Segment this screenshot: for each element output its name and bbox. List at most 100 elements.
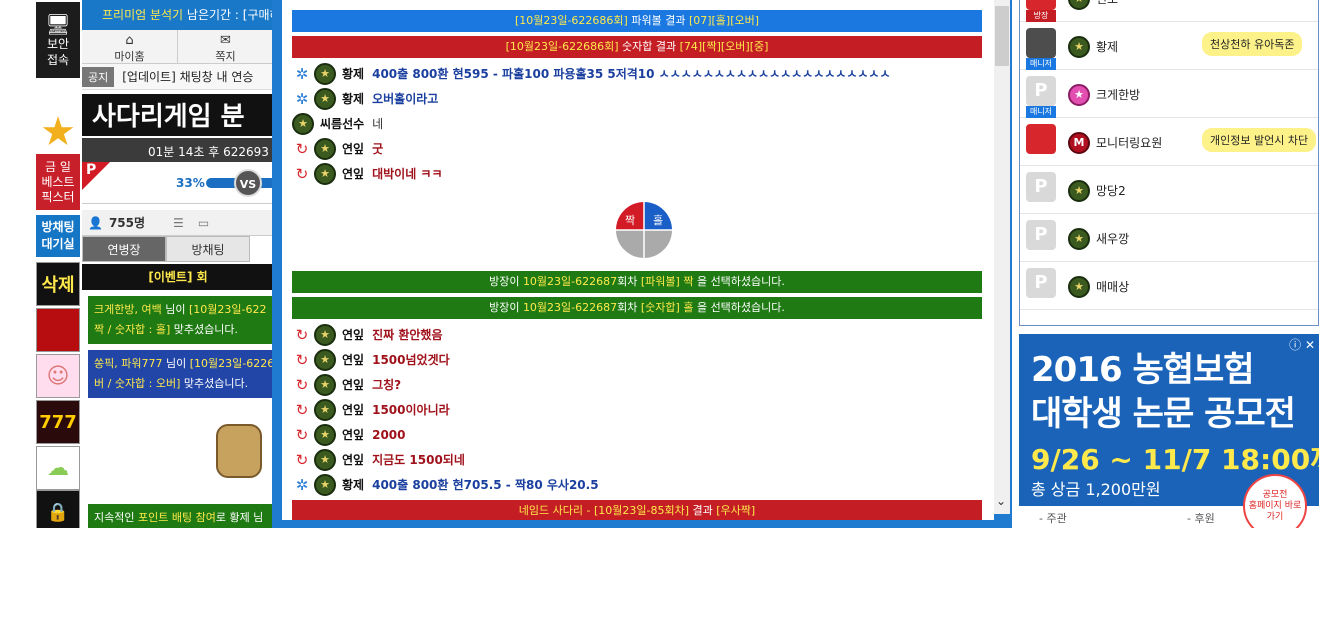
pick-ratio-pie: 짝 홀 — [616, 202, 672, 258]
point-notice-a: 지속적인 — [94, 511, 138, 524]
pie-label-odd: 홀 — [653, 214, 663, 227]
promo-tile-poop[interactable]: ☁ — [36, 446, 80, 490]
chat-text: 네 — [372, 117, 384, 131]
top-nav: ⌂ 마이홈 ✉ 쪽지 — [82, 30, 274, 64]
chat-text: 400출 800환 현705.5 - 짝80 우사20.5 — [372, 478, 599, 492]
chat-nickname[interactable]: 황제 — [342, 65, 364, 82]
chat-nickname[interactable]: 연잎 — [342, 326, 364, 343]
pick-e: 을 선택하셨습니다. — [693, 301, 785, 314]
system-result-powerball: [10월23일-622686회] 파워볼 결과 [07][홀][오버] — [292, 10, 982, 32]
ad-banner[interactable]: ⓘ ✕ 2016 농협보험 대학생 논문 공모전 9/26 ~ 11/7 18:… — [1019, 334, 1319, 528]
promo-tile-character[interactable]: ☺ — [36, 354, 80, 398]
user-count: 755명 — [108, 216, 146, 230]
tab-room-chat[interactable]: 방채팅 — [166, 236, 250, 262]
blue-flower-icon: ✲ — [295, 475, 309, 494]
point-notice: 지속적인 포인트 배팅 참여로 황제 님 — [88, 504, 274, 528]
user-name: 천도 — [1096, 0, 1118, 7]
chat-nickname[interactable]: 황제 — [342, 90, 364, 107]
system-result-sum: [10월23일-622686회] 숫자합 결과 [74][짝][오버][중] — [292, 36, 982, 58]
premium-banner[interactable]: 프리미엄 분석기 남은기간 : [구매하 — [82, 0, 274, 30]
promo-tile-lock[interactable]: 🔒 — [36, 490, 80, 528]
promo-tile-delete[interactable]: 삭제 — [36, 262, 80, 306]
red-swirl-icon: ↻ — [295, 164, 309, 183]
ad-homepage-button[interactable]: 공모전 홈페이지 바로가기 — [1243, 474, 1307, 528]
user-name: 망당2 — [1096, 184, 1126, 198]
chat-nickname[interactable]: 연잎 — [342, 426, 364, 443]
ad-line3: 9/26 ~ 11/7 18:00까지 — [1031, 443, 1319, 476]
ad-line4: 총 상금 1,200만원 — [1031, 480, 1161, 499]
notice-bar[interactable]: 공지 [업데이트] 채팅창 내 연승 — [82, 64, 274, 90]
ad-close-icon[interactable]: ⓘ ✕ — [1289, 336, 1315, 353]
chat-nickname[interactable]: 연잎 — [342, 401, 364, 418]
winner-names: 크게한방, 여백 — [94, 303, 162, 316]
list-icon[interactable]: ☰ — [173, 216, 184, 230]
user-list-item[interactable]: P ★ 망당2 — [1020, 166, 1318, 214]
winner-suffix: 님이 — [162, 357, 190, 370]
chat-text: 1500이아니라 — [372, 403, 450, 417]
chat-message: ↻ ★ 연잎 2000 — [292, 422, 982, 447]
window-icon[interactable]: ▭ — [198, 216, 209, 230]
scrollbar-thumb[interactable] — [995, 6, 1009, 66]
chat-nickname[interactable]: 연잎 — [342, 451, 364, 468]
chat-message: ✲ ★ 황제 400출 800환 현705.5 - 짝80 우사20.5 — [292, 472, 982, 497]
chat-nickname[interactable]: 연잎 — [342, 376, 364, 393]
user-list-item[interactable]: P ★ 새우깡 — [1020, 214, 1318, 262]
chat-nickname[interactable]: 연잎 — [342, 165, 364, 182]
user-list-item[interactable]: M 모니터링요원 개인정보 발언시 차단 — [1020, 118, 1318, 166]
red-swirl-icon: ↻ — [295, 139, 309, 158]
level-badge-icon: ★ — [1068, 36, 1090, 58]
chat-scrollbar[interactable]: ⌄ — [994, 0, 1010, 514]
user-list-item[interactable]: 방장 ★ 천도 — [1020, 0, 1318, 22]
level-badge-icon: ★ — [314, 473, 336, 496]
room-chat-lobby-button[interactable]: 방채팅 대기실 — [36, 215, 80, 257]
system-result-ladder: 네임드 사다리 - [10월23일-85회차] 결과 [우사짝] — [292, 500, 982, 522]
user-list-item[interactable]: 매니저 ★ 황제 천상천하 유아독존 — [1020, 22, 1318, 70]
chat-nickname[interactable]: 씨름선수 — [320, 115, 364, 132]
best-pickster-button[interactable]: ★ 금 일 베스트 픽스터 — [36, 110, 80, 210]
level-badge-icon: ★ — [314, 348, 336, 371]
avatar: P — [1026, 76, 1056, 106]
red-swirl-icon: ↻ — [295, 450, 309, 469]
result-round: [10월23일-622686회] — [505, 40, 619, 53]
left-icon-bar: 🖥 보안 접속 ★ 금 일 베스트 픽스터 방채팅 대기실 삭제 ☺ 777 ☁… — [36, 0, 80, 528]
level-badge-icon: ★ — [1068, 84, 1090, 106]
chevron-down-icon[interactable]: ⌄ — [996, 494, 1006, 508]
host-pick-powerball: 방장이 10월23일-622687회차 [파워볼] 짝 을 선택하셨습니다. — [292, 271, 982, 293]
level-badge-icon: ★ — [314, 137, 336, 160]
red-swirl-icon: ↻ — [295, 375, 309, 394]
tab-barracks[interactable]: 연병장 — [82, 236, 166, 262]
chat-nickname[interactable]: 연잎 — [342, 351, 364, 368]
vs-percent: 33% — [176, 176, 205, 190]
user-list-item[interactable]: P ★ 매매상 — [1020, 262, 1318, 310]
chat-message: ✲ ★ 황제 400출 800환 현595 - 파홀100 파용홀35 5저격10 ㅅ… — [292, 61, 982, 86]
promo-tile-red[interactable] — [36, 308, 80, 352]
best-pickster-label: 금 일 베스트 픽스터 — [36, 154, 80, 210]
chat-nickname[interactable]: 연잎 — [342, 140, 364, 157]
pie-label-even: 짝 — [625, 214, 635, 227]
star-icon: ★ — [40, 109, 76, 155]
chat-log[interactable]: [10월23일-622686회] 파워볼 결과 [07][홀][오버] [10월… — [282, 0, 994, 522]
user-status-bubble: 개인정보 발언시 차단 — [1202, 128, 1317, 152]
nav-myhome[interactable]: ⌂ 마이홈 — [82, 30, 178, 63]
vs-gauge: P 33% VS — [82, 162, 274, 204]
avatar: P — [1026, 220, 1056, 250]
secure-login-button[interactable]: 🖥 보안 접속 — [36, 2, 80, 78]
nav-message[interactable]: ✉ 쪽지 — [178, 30, 274, 63]
level-badge-icon: ★ — [314, 398, 336, 421]
event-banner[interactable]: [이벤트] 회 — [82, 264, 274, 290]
page: 🖥 보안 접속 ★ 금 일 베스트 픽스터 방채팅 대기실 삭제 ☺ 777 ☁… — [0, 0, 1323, 630]
ad-line2: 대학생 논문 공모전 — [1031, 394, 1296, 434]
level-badge-icon: ★ — [1068, 276, 1090, 298]
pick-a: 방장이 — [489, 275, 523, 288]
level-badge-icon: ★ — [314, 448, 336, 471]
user-status-bubble: 천상천하 유아독존 — [1202, 32, 1303, 56]
notice-tag: 공지 — [82, 66, 115, 87]
level-badge-icon: ★ — [292, 112, 314, 135]
winner-result: 맞추셨습니다. — [180, 377, 249, 390]
chat-nickname[interactable]: 황제 — [342, 476, 364, 493]
chat-message: ↻ ★ 연잎 지금도 1500되네 — [292, 447, 982, 472]
site-logo[interactable]: 사다리게임 분 — [82, 94, 274, 136]
promo-tile-777[interactable]: 777 — [36, 400, 80, 444]
chat-tabs: 연병장 방채팅 — [82, 236, 274, 262]
user-list-item[interactable]: P 매니저 ★ 크게한방 — [1020, 70, 1318, 118]
